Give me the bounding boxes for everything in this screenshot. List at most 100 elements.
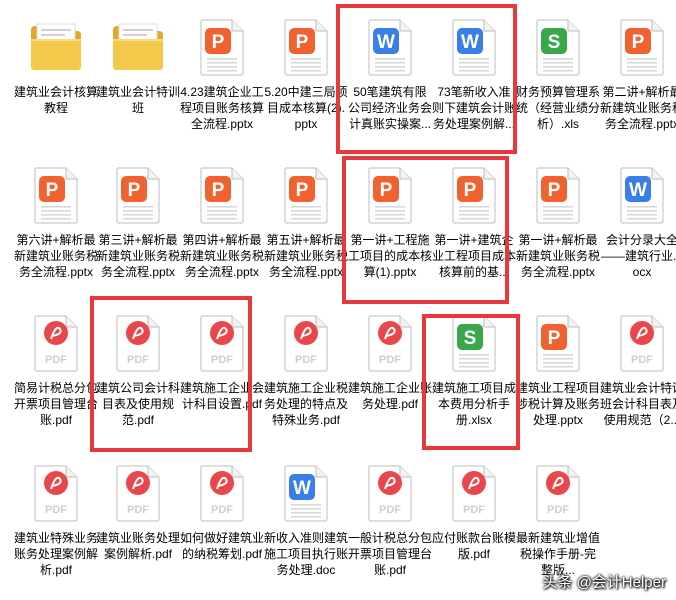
svg-text:P: P (46, 180, 59, 201)
file-name: 第二讲+解析最新建筑业账务税务全流程.pptx (600, 85, 676, 131)
file-name: 建筑业会计特训班 (96, 85, 180, 115)
svg-text:P: P (128, 180, 141, 201)
file-name: 建筑施工企业税务处理的特点及特殊业务.pdf (264, 381, 348, 427)
file-item[interactable]: PDF 建筑业特殊业务账务处理案例解析.pdf (14, 446, 98, 586)
file-name: 建筑业特殊业务账务处理案例解析.pdf (14, 531, 98, 577)
powerpoint-icon: P (348, 162, 432, 228)
powerpoint-icon: P (180, 14, 264, 80)
svg-text:S: S (464, 328, 477, 349)
pdf-icon: PDF (14, 460, 98, 526)
svg-text:W: W (377, 32, 395, 53)
pdf-icon: PDF (432, 460, 516, 526)
pdf-icon: PDF (180, 310, 264, 376)
file-item[interactable]: PDF 建筑施工企业税务处理的特点及特殊业务.pdf (264, 296, 348, 436)
file-name: 建筑施工项目成本费用分析手册.xlsx (432, 381, 516, 427)
file-item[interactable]: PDF 建筑施工企业账务处理.pdf (348, 296, 432, 436)
file-item[interactable]: PDF 建筑施工企业会计科目设置.pdf (180, 296, 264, 436)
svg-text:S: S (548, 32, 561, 53)
pdf-icon: PDF (348, 310, 432, 376)
file-item[interactable]: P 第三讲+解析最新建筑业账务税务全流程.pptx (96, 148, 180, 288)
svg-text:W: W (629, 180, 647, 201)
file-item[interactable]: P 建筑业工程项目涉税计算及账务处理.pptx (516, 296, 600, 436)
svg-text:PDF: PDF (127, 504, 149, 516)
file-name: 如何做好建筑业的纳税筹划.pdf (180, 531, 264, 561)
file-name: 建筑施工企业账务处理.pdf (348, 381, 432, 411)
svg-text:P: P (212, 32, 225, 53)
file-item[interactable]: PDF 应付账款台账模版.pdf (432, 446, 516, 586)
file-name: 建筑业工程项目涉税计算及账务处理.pptx (516, 381, 600, 427)
pdf-icon: PDF (348, 460, 432, 526)
file-name: 第一讲+工程施工项目的成本核算(1).pptx (348, 233, 432, 279)
file-name: 会计分录大全——建筑行业.docx (600, 233, 676, 279)
file-item[interactable]: P 第一讲+解析最新建筑业账务税务全流程.pptx (516, 148, 600, 288)
file-item[interactable]: PDF 如何做好建筑业的纳税筹划.pdf (180, 446, 264, 586)
svg-text:P: P (548, 180, 561, 201)
file-name: 第四讲+解析最新建筑业账务税务全流程.pptx (180, 233, 264, 279)
svg-text:PDF: PDF (631, 354, 653, 366)
file-name: 应付账款台账模版.pdf (432, 531, 516, 561)
file-item[interactable]: PDF 简易计税总分包开票项目管理台账.pdf (14, 296, 98, 436)
file-item[interactable]: W 新收入准则建筑施工项目执行账务处理.doc (264, 446, 348, 586)
powerpoint-icon: P (96, 162, 180, 228)
file-item[interactable]: P 第一讲+建筑企业工程项目成本核算前的基... (432, 148, 516, 288)
svg-text:PDF: PDF (45, 354, 67, 366)
file-item[interactable]: PDF 建筑公司会计科目表及使用规范.pdf (96, 296, 180, 436)
file-item[interactable]: PDF 最新建筑业增值税操作手册-完整版... (516, 446, 600, 586)
file-item[interactable]: S 建筑施工项目成本费用分析手册.xlsx (432, 296, 516, 436)
file-item[interactable]: P 第二讲+解析最新建筑业账务税务全流程.pptx (600, 0, 676, 140)
file-item[interactable]: P 第六讲+解析最新建筑业账务税务全流程.pptx (14, 148, 98, 288)
pdf-icon: PDF (516, 460, 600, 526)
file-name: 第六讲+解析最新建筑业账务税务全流程.pptx (14, 233, 98, 279)
powerpoint-icon: P (516, 310, 600, 376)
file-item[interactable]: PDF 建筑业会计特训班会计科目表及使用规范（2... (600, 296, 676, 436)
file-name: 4.23建筑企业工程项目账务核算全流程.pptx (180, 85, 264, 131)
file-item[interactable]: W 50笔建筑有限公司经济业务会计真账实操案... (348, 0, 432, 140)
svg-text:P: P (548, 328, 561, 349)
file-name: 新收入准则建筑施工项目执行账务处理.doc (264, 531, 348, 577)
file-name: 第三讲+解析最新建筑业账务税务全流程.pptx (96, 233, 180, 279)
file-item[interactable]: W 会计分录大全——建筑行业.docx (600, 148, 676, 288)
svg-text:PDF: PDF (379, 504, 401, 516)
svg-text:W: W (461, 32, 479, 53)
file-item[interactable]: 建筑业会计特训班 (96, 0, 180, 140)
file-name: 建筑业账务处理案例解析.pdf (96, 531, 180, 561)
file-item[interactable]: PDF 一般计税总分包开票项目管理台账.pdf (348, 446, 432, 586)
svg-text:P: P (464, 180, 477, 201)
svg-text:W: W (293, 478, 311, 499)
file-item[interactable]: P 第一讲+工程施工项目的成本核算(1).pptx (348, 148, 432, 288)
file-item[interactable]: P 5.20中建三局项目成本核算(2).pptx (264, 0, 348, 140)
word-icon: W (264, 460, 348, 526)
file-item[interactable]: 建筑业会计核算教程 (14, 0, 98, 140)
powerpoint-icon: P (516, 162, 600, 228)
folder-icon (96, 14, 180, 80)
svg-text:P: P (296, 180, 309, 201)
pdf-icon: PDF (264, 310, 348, 376)
file-item[interactable]: P 第五讲+解析最新建筑业账务税务全流程.pptx (264, 148, 348, 288)
svg-text:PDF: PDF (211, 354, 233, 366)
svg-text:PDF: PDF (379, 354, 401, 366)
file-item[interactable]: W 73笔新收入准则下建筑会计账务处理案例解... (432, 0, 516, 140)
file-item[interactable]: P 4.23建筑企业工程项目账务核算全流程.pptx (180, 0, 264, 140)
svg-text:PDF: PDF (127, 354, 149, 366)
pdf-icon: PDF (180, 460, 264, 526)
powerpoint-icon: P (264, 14, 348, 80)
svg-text:PDF: PDF (547, 504, 569, 516)
word-icon: W (600, 162, 676, 228)
file-name: 第一讲+解析最新建筑业账务税务全流程.pptx (516, 233, 600, 279)
svg-text:PDF: PDF (463, 504, 485, 516)
file-name: 建筑业会计特训班会计科目表及使用规范（2... (600, 381, 676, 427)
watermark: 头条 @会计Helper (542, 574, 666, 591)
file-item[interactable]: P 第四讲+解析最新建筑业账务税务全流程.pptx (180, 148, 264, 288)
file-grid: 建筑业会计核算教程 建筑业会计特训班 P 4.23建筑企业工程项目账务核算全流程.pp… (0, 0, 676, 600)
file-name: 财务预算管理系统（经营业绩分析）.xls (516, 85, 600, 131)
pdf-icon: PDF (600, 310, 676, 376)
powerpoint-icon: P (14, 162, 98, 228)
pdf-icon: PDF (14, 310, 98, 376)
svg-text:P: P (212, 180, 225, 201)
word-icon: W (348, 14, 432, 80)
file-item[interactable]: S 财务预算管理系统（经营业绩分析）.xls (516, 0, 600, 140)
svg-text:PDF: PDF (45, 504, 67, 516)
file-item[interactable]: PDF 建筑业账务处理案例解析.pdf (96, 446, 180, 586)
excel-icon: S (516, 14, 600, 80)
file-name: 第五讲+解析最新建筑业账务税务全流程.pptx (264, 233, 348, 279)
